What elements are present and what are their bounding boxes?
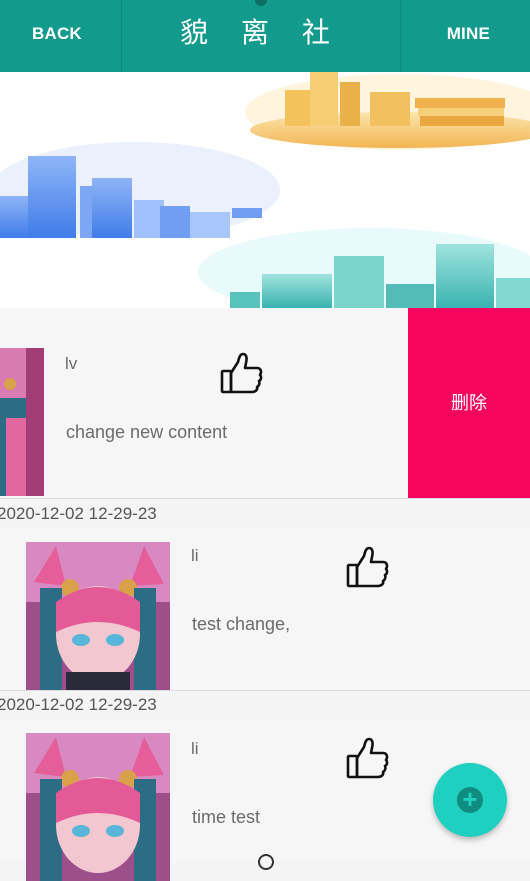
thumbs-up-icon[interactable]: [219, 350, 265, 396]
post-date: 2020-12-02 12-29-23: [0, 504, 157, 523]
delete-button[interactable]: 删除: [408, 308, 530, 498]
divider: [0, 498, 530, 499]
post-date: 2020-12-02 12-29-23: [0, 695, 157, 714]
post-item[interactable]: li test change,: [0, 528, 530, 690]
avatar: [0, 348, 44, 496]
thumbs-up-icon[interactable]: [345, 735, 391, 781]
post-content: time test: [192, 807, 261, 827]
city-banner-illustration: [0, 72, 530, 308]
back-button[interactable]: BACK: [32, 0, 82, 72]
avatar: [26, 542, 170, 690]
top-app-bar: BACK 貌 离 社 MINE: [0, 0, 530, 72]
post-username: li: [191, 546, 199, 565]
post-content: change new content: [66, 422, 228, 442]
post-username: lv: [65, 354, 78, 373]
thumbs-up-icon[interactable]: [345, 544, 391, 590]
post-content: test change,: [192, 614, 291, 634]
add-post-button[interactable]: +: [433, 763, 507, 837]
post-username: li: [191, 739, 199, 758]
mine-button[interactable]: MINE: [447, 0, 490, 72]
plus-icon: +: [457, 786, 483, 813]
avatar: [26, 733, 170, 881]
scroll-indicator: [258, 854, 274, 870]
app-title: 貌 离 社: [180, 16, 342, 49]
divider: [400, 0, 401, 72]
